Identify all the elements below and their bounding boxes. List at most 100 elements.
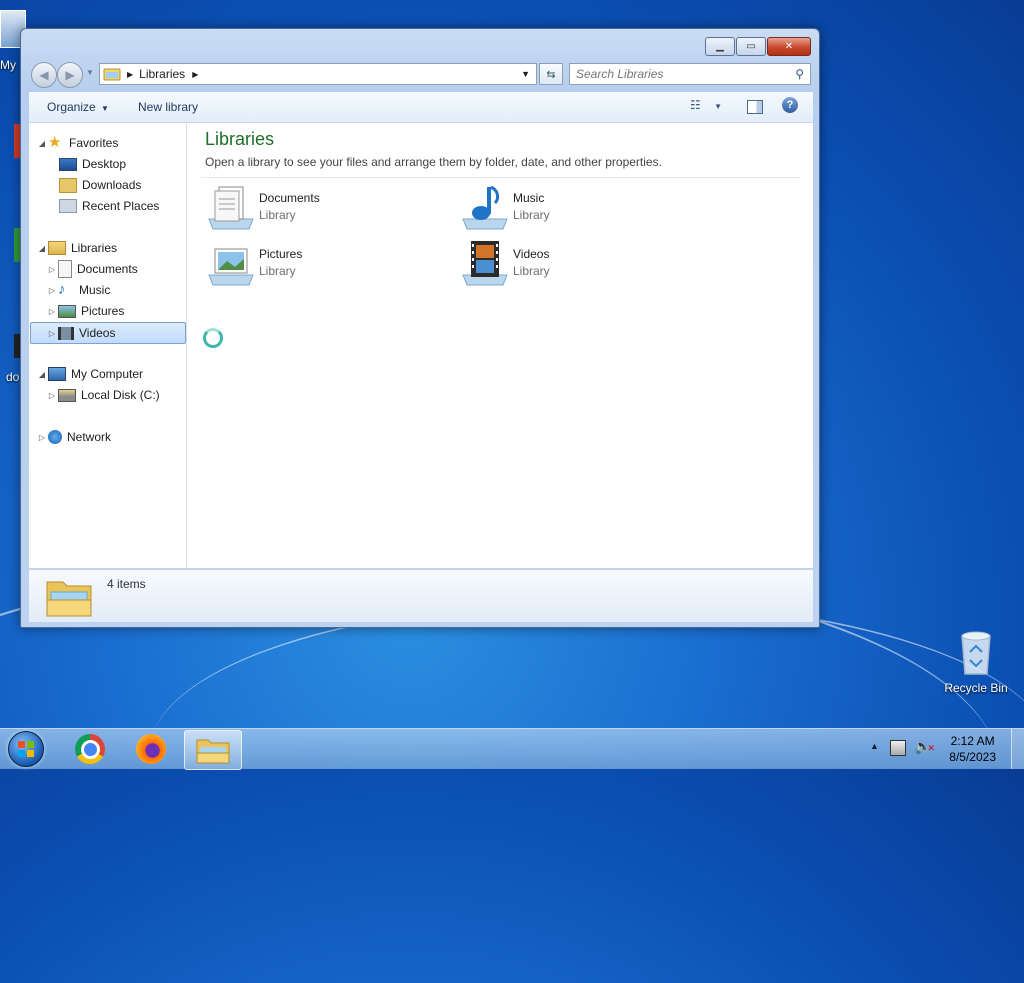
minimize-icon: ▁ (716, 41, 724, 52)
nav-desktop[interactable]: Desktop (59, 154, 126, 174)
nav-label: Music (79, 283, 111, 297)
expand-arrow-icon[interactable]: ◢ (37, 370, 47, 379)
help-button[interactable]: ? (782, 97, 798, 113)
new-library-button[interactable]: New library (138, 100, 198, 114)
expand-arrow-icon[interactable]: ◢ (37, 244, 47, 253)
show-desktop-button[interactable] (1011, 729, 1024, 769)
forward-arrow-icon: ▶ (65, 68, 75, 82)
content-pane: Libraries Open a library to see your fil… (187, 123, 813, 568)
clock-time: 2:12 AM (950, 734, 995, 748)
restore-icon: ▭ (746, 41, 756, 52)
nav-label: Network (67, 430, 112, 444)
libraries-folder-icon (46, 581, 92, 617)
nav-favorites[interactable]: ◢ ★ Favorites (37, 133, 118, 153)
search-icon[interactable]: ⚲ (795, 67, 804, 81)
restore-button[interactable]: ▭ (736, 37, 766, 56)
close-icon: ✕ (784, 41, 794, 52)
nav-network[interactable]: ▷ Network (37, 427, 111, 447)
explorer-window: ▁ ▭ ✕ ◀ ▶ ▼ ▶ Libraries ▶ ▼ ⇆ ⚲ Organize… (20, 28, 820, 628)
details-pane: 4 items (29, 569, 813, 622)
breadcrumb-libraries[interactable]: Libraries (139, 67, 185, 81)
network-tray-icon[interactable] (890, 740, 906, 756)
nav-label: My Computer (71, 367, 144, 381)
forward-button[interactable]: ▶ (57, 62, 83, 88)
nav-label: Desktop (82, 157, 127, 171)
network-icon (48, 430, 62, 444)
start-button[interactable] (0, 730, 52, 768)
nav-pictures[interactable]: ▷ Pictures (47, 301, 124, 321)
volume-muted-icon[interactable]: 🔈✕ (914, 738, 935, 755)
help-icon: ? (786, 99, 794, 111)
taskbar-firefox[interactable] (123, 730, 179, 768)
taskbar-windows-explorer[interactable] (184, 730, 242, 770)
chevron-down-icon: ▼ (714, 102, 723, 111)
expand-arrow-icon[interactable]: ◢ (37, 139, 47, 148)
nav-label: Libraries (71, 241, 118, 255)
library-item-videos[interactable]: Videos Library (459, 239, 689, 291)
address-bar[interactable]: ▶ Libraries ▶ ▼ (99, 63, 537, 85)
breadcrumb-separator-icon[interactable]: ▶ (127, 70, 133, 79)
library-type: Library (259, 264, 296, 278)
videos-library-icon (462, 241, 508, 286)
library-type: Library (513, 208, 550, 222)
expand-arrow-icon[interactable]: ▷ (47, 286, 57, 295)
libraries-folder-icon (103, 68, 121, 81)
recycle-bin-label: Recycle Bin (944, 681, 1008, 695)
nav-recent-places[interactable]: Recent Places (59, 196, 159, 216)
library-name: Music (513, 191, 545, 205)
change-view-button[interactable]: ☷ ▼ (690, 98, 722, 112)
desktop-icon-partial-doc[interactable]: do (0, 334, 22, 384)
nav-label: Favorites (69, 136, 119, 150)
nav-music[interactable]: ▷ ♪ Music (47, 280, 110, 300)
expand-arrow-icon[interactable]: ▷ (37, 433, 47, 442)
organize-label: Organize (47, 100, 96, 114)
back-button[interactable]: ◀ (31, 62, 57, 88)
search-input[interactable] (570, 66, 796, 82)
library-name: Pictures (259, 247, 303, 261)
expand-arrow-icon[interactable]: ▷ (47, 307, 57, 316)
nav-label: Downloads (82, 178, 142, 192)
window-body: ◢ ★ Favorites Desktop Downloads Recent P… (29, 123, 813, 568)
library-item-pictures[interactable]: Pictures Library (205, 239, 435, 291)
library-type: Library (259, 208, 296, 222)
recent-pages-dropdown[interactable]: ▼ (86, 68, 94, 77)
breadcrumb-separator-icon[interactable]: ▶ (192, 70, 198, 79)
preview-pane-button[interactable] (747, 100, 763, 114)
library-name: Documents (259, 191, 320, 205)
expand-arrow-icon[interactable]: ▷ (47, 329, 57, 338)
close-button[interactable]: ✕ (767, 37, 811, 56)
view-options-icon: ☷ (690, 98, 701, 112)
firefox-icon (136, 734, 166, 764)
nav-label: Recent Places (82, 199, 160, 213)
show-hidden-icons-button[interactable]: ▲ (870, 741, 879, 751)
recycle-bin[interactable]: Recycle Bin (940, 630, 1012, 695)
organize-button[interactable]: Organize ▼ (47, 100, 109, 114)
taskbar-chrome[interactable] (62, 730, 118, 768)
explorer-folder-icon (196, 739, 230, 764)
busy-spinner-icon (203, 328, 223, 348)
library-item-documents[interactable]: Documents Library (205, 183, 435, 235)
nav-my-computer[interactable]: ◢ My Computer (37, 364, 143, 384)
star-icon: ★ (48, 134, 62, 151)
nav-label: Pictures (81, 304, 125, 318)
page-title: Libraries (205, 129, 275, 149)
page-subtitle: Open a library to see your files and arr… (205, 155, 662, 169)
item-count: 4 items (107, 577, 146, 591)
refresh-button[interactable]: ⇆ (539, 63, 563, 85)
expand-arrow-icon[interactable]: ▷ (47, 391, 57, 400)
nav-label: Videos (79, 326, 116, 340)
address-dropdown-icon[interactable]: ▼ (521, 69, 530, 79)
nav-downloads[interactable]: Downloads (59, 175, 141, 195)
nav-documents[interactable]: ▷ Documents (47, 259, 138, 279)
desktop-icon (59, 157, 77, 171)
navigation-row: ◀ ▶ ▼ ▶ Libraries ▶ ▼ ⇆ ⚲ (29, 61, 813, 88)
nav-videos[interactable]: ▷ Videos (30, 322, 186, 344)
nav-local-disk[interactable]: ▷ Local Disk (C:) (47, 385, 160, 405)
search-box[interactable]: ⚲ (569, 63, 811, 85)
nav-label: Documents (77, 262, 138, 276)
expand-arrow-icon[interactable]: ▷ (47, 265, 57, 274)
clock[interactable]: 2:12 AM 8/5/2023 (949, 733, 996, 765)
nav-libraries[interactable]: ◢ Libraries (37, 238, 117, 258)
library-item-music[interactable]: Music Library (459, 183, 689, 235)
minimize-button[interactable]: ▁ (705, 37, 735, 56)
